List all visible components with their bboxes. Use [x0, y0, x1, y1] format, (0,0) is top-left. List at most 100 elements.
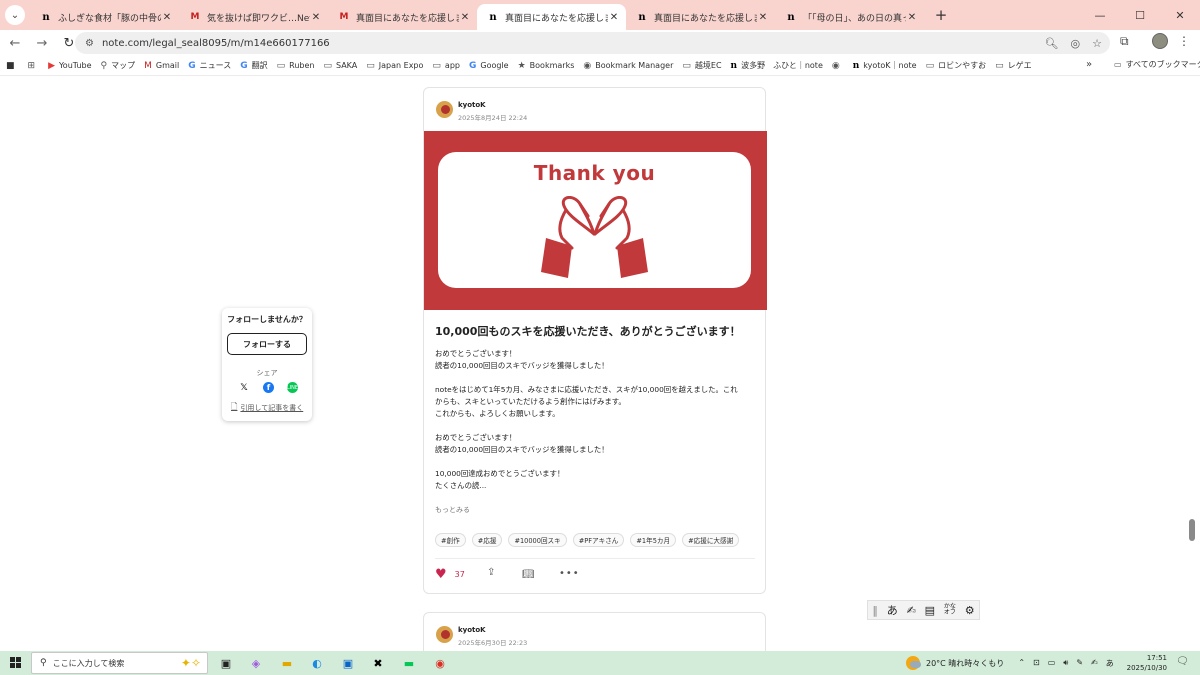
- browser-tab[interactable]: n ふしぎな食材「豚の中骨の缶詰」✕: [30, 4, 179, 30]
- bookmark-item[interactable]: ▭ Ruben: [277, 61, 315, 71]
- copilot-icon[interactable]: ◈: [247, 654, 265, 672]
- ime-grip-icon[interactable]: ‖: [872, 604, 878, 617]
- star-icon[interactable]: ☆: [1092, 37, 1102, 50]
- author-name[interactable]: kyotoK: [458, 626, 486, 634]
- pen-icon[interactable]: ✎: [1076, 658, 1083, 669]
- heart-icon[interactable]: ♥: [435, 567, 447, 582]
- quote-article-link[interactable]: 🗋 引用して記事を書く: [231, 401, 303, 415]
- bookmark-item[interactable]: ▭ SAKA: [323, 61, 357, 71]
- scrollbar-thumb[interactable]: [1189, 519, 1195, 541]
- close-tab-icon[interactable]: ✕: [459, 12, 471, 23]
- close-tab-icon[interactable]: ✕: [757, 12, 769, 23]
- hashtag-chip[interactable]: #応援に大感謝: [682, 533, 740, 547]
- hashtag-chip[interactable]: #応援: [471, 533, 503, 547]
- browser-tab[interactable]: n 「「母の日」、あの日の真っ赤な✕: [775, 4, 924, 30]
- windows-start-icon[interactable]: [10, 657, 21, 668]
- bookmark-item[interactable]: n kyotoK｜note: [853, 60, 917, 71]
- author-name[interactable]: kyotoK: [458, 101, 486, 109]
- edge-icon[interactable]: ◐: [308, 654, 326, 672]
- chrome-icon[interactable]: ◉: [431, 654, 449, 672]
- browser-tab[interactable]: n 真面目にあなたを応援しますね💖(✕: [626, 4, 775, 30]
- like-button[interactable]: ♥ 37: [435, 567, 465, 582]
- hashtag-chip[interactable]: #創作: [435, 533, 466, 547]
- page-scrollbar[interactable]: [1187, 76, 1200, 651]
- ime-handwriting-icon[interactable]: ✍: [907, 604, 916, 617]
- new-tab-button[interactable]: +: [930, 6, 952, 24]
- read-more-link[interactable]: もっとみる: [435, 505, 470, 515]
- taskbar-search[interactable]: ⚲ ここに入力して検索 ✦✧: [31, 652, 208, 674]
- ime-dictionary-icon[interactable]: ▤: [925, 604, 935, 617]
- close-tab-icon[interactable]: ✕: [608, 12, 620, 23]
- site-info-icon[interactable]: ⚙: [85, 38, 94, 49]
- tab-search-button[interactable]: ⌄: [0, 0, 30, 30]
- extensions-icon[interactable]: ⧉: [1120, 34, 1129, 49]
- close-tab-icon[interactable]: ✕: [161, 12, 173, 23]
- post-title[interactable]: 10,000回ものスキを応援いただき、ありがとうございます！: [435, 323, 741, 339]
- hashtag-chip[interactable]: #PFアキさん: [572, 533, 625, 547]
- meet-icon[interactable]: ⊡: [1033, 658, 1040, 669]
- minimize-button[interactable]: —: [1080, 0, 1120, 30]
- x-share-icon[interactable]: 𝕏: [238, 383, 250, 393]
- ime-indicator[interactable]: あ: [1106, 658, 1114, 669]
- browser-tab[interactable]: M 気を抜けば即ワクビ…Netflixで学んだ✕: [179, 4, 328, 30]
- sidebar-toggle-icon[interactable]: ■: [6, 61, 19, 71]
- bookmark-item[interactable]: G ニュース: [188, 60, 231, 71]
- bookmark-item[interactable]: ▭ app: [432, 61, 460, 71]
- x-app-icon[interactable]: ✖: [369, 654, 387, 672]
- all-bookmarks-folder[interactable]: ▭ すべてのブックマーク: [1114, 59, 1200, 70]
- like-count[interactable]: 37: [455, 570, 465, 579]
- hero-image[interactable]: Thank you: [424, 131, 767, 310]
- weather-text[interactable]: 20°C 晴れ時々くもり: [926, 658, 1004, 669]
- avatar[interactable]: [436, 626, 453, 643]
- close-window-button[interactable]: ✕: [1160, 0, 1200, 30]
- zoom-icon[interactable]: 🔍︎: [1045, 37, 1059, 50]
- close-tab-icon[interactable]: ✕: [906, 12, 918, 23]
- maximize-button[interactable]: ☐: [1120, 0, 1160, 30]
- eye-slash-icon[interactable]: ◎: [1071, 37, 1081, 50]
- close-tab-icon[interactable]: ✕: [310, 12, 322, 23]
- file-explorer-icon[interactable]: ▬: [278, 654, 296, 672]
- bookmark-item[interactable]: M Gmail: [144, 61, 179, 71]
- volume-icon[interactable]: 🔊︎: [1063, 658, 1068, 669]
- facebook-share-icon[interactable]: f: [263, 382, 274, 393]
- bookmarks-overflow-button[interactable]: »: [1086, 59, 1092, 70]
- bookmark-item[interactable]: G 翻訳: [240, 60, 267, 71]
- browser-tab[interactable]: M 真面目にあなたを応援しますね💖(✕: [328, 4, 477, 30]
- ime-kana-toggle[interactable]: かな オフ: [944, 604, 956, 616]
- bookmark-item[interactable]: ▶ YouTube: [48, 61, 91, 71]
- line-app-icon[interactable]: ▬: [400, 654, 418, 672]
- bookmark-item[interactable]: ⚲ マップ: [101, 60, 136, 71]
- hashtag-chip[interactable]: #1年5カ月: [630, 533, 677, 547]
- outlook-icon[interactable]: ▣: [339, 654, 357, 672]
- line-share-icon[interactable]: LINE: [287, 382, 298, 393]
- gear-icon[interactable]: ⚙: [965, 604, 975, 617]
- bookmark-item[interactable]: ★ Bookmarks: [518, 61, 575, 71]
- more-vert-icon[interactable]: ⋮: [1178, 34, 1190, 48]
- hashtag-chip[interactable]: #10000回スキ: [508, 533, 567, 547]
- bookmark-item[interactable]: ▭ レゲエ: [995, 60, 1032, 71]
- weather-icon[interactable]: [906, 656, 921, 670]
- address-bar[interactable]: ⚙ note.com/legal_seal8095/m/m14e66017716…: [75, 32, 1110, 54]
- bookmark-item[interactable]: ◉ Bookmark Manager: [583, 61, 673, 71]
- browser-tab[interactable]: n 真面目にあなたを応援しますね💖(✕: [477, 4, 626, 30]
- task-view-icon[interactable]: ▣: [217, 654, 235, 672]
- follow-button[interactable]: フォローする: [227, 333, 307, 355]
- back-button[interactable]: ←: [3, 31, 27, 55]
- bookmark-item[interactable]: ▭ ロビンやすお: [926, 60, 987, 71]
- avatar[interactable]: [436, 101, 453, 118]
- notification-icon[interactable]: 🗨︎: [1176, 656, 1189, 667]
- clock[interactable]: 17:51 2025/10/30: [1125, 653, 1167, 673]
- url-text[interactable]: note.com/legal_seal8095/m/m14e660177166: [102, 38, 330, 49]
- bookmark-item[interactable]: ◉: [832, 61, 844, 71]
- bookmark-item[interactable]: G Google: [469, 61, 509, 71]
- bookmark-item[interactable]: ▭ Japan Expo: [366, 61, 423, 71]
- bookmark-item[interactable]: ▭ 越境EC: [682, 60, 721, 71]
- more-options-icon[interactable]: •••: [559, 568, 580, 579]
- forward-button[interactable]: →: [30, 31, 54, 55]
- add-to-magazine-icon[interactable]: 📖︎: [522, 569, 535, 580]
- ime-handwriting-icon[interactable]: ✍: [1091, 658, 1098, 669]
- ime-mode-button[interactable]: あ: [887, 602, 898, 618]
- bookmark-item[interactable]: n 波多野 ふひと｜note: [731, 60, 823, 71]
- chevron-up-icon[interactable]: ⌃: [1018, 658, 1025, 669]
- avatar[interactable]: [1152, 33, 1168, 49]
